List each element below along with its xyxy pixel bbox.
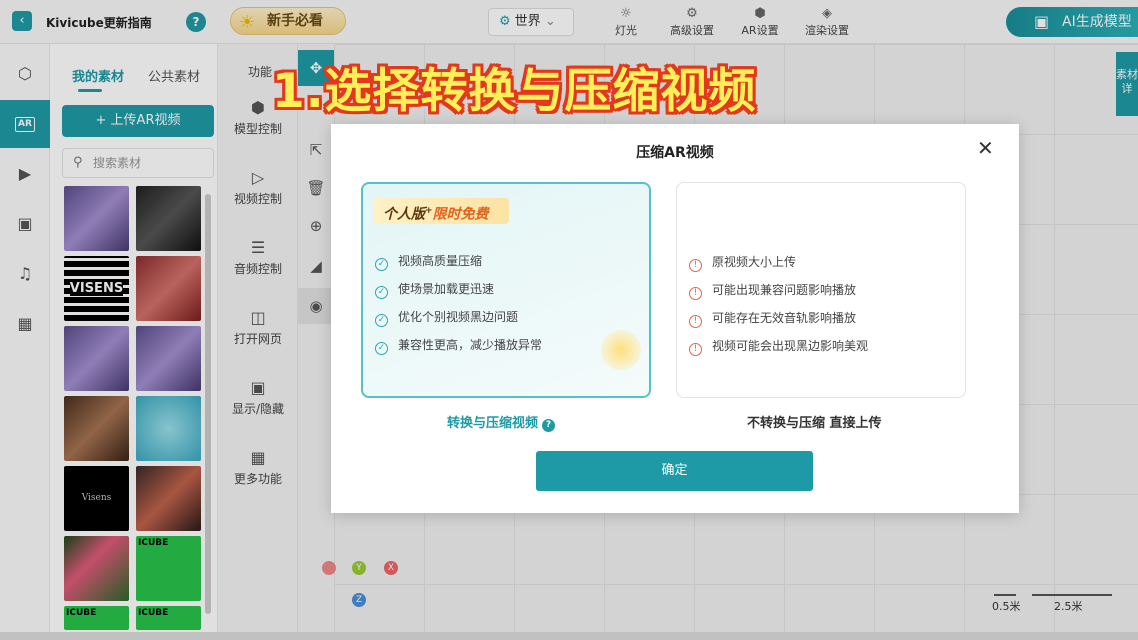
con-item: ! 视频可能会出现黑边影响美观 [689,337,869,356]
pro-item: ✓ 优化个别视频黑边问题 [375,308,519,327]
check-circle-icon: ✓ [375,286,388,299]
alert-circle-icon: ! [689,259,702,272]
option-convert-label[interactable]: 转换与压缩视频? [447,412,556,432]
con-item: ! 可能存在无效音轨影响播放 [689,309,857,328]
confirm-button[interactable]: 确定 [536,451,813,491]
con-item: ! 原视频大小上传 [689,253,797,272]
con-text: 原视频大小上传 [712,255,797,269]
pro-text: 兼容性更高，减少播放异常 [398,338,543,352]
alert-circle-icon: ! [689,315,702,328]
dialog-title: 压缩AR视频 [636,145,714,161]
badge-sup: + [425,206,433,216]
alert-circle-icon: ! [689,287,702,300]
pro-text: 优化个别视频黑边问题 [398,310,519,324]
pro-item: ✓ 兼容性更高，减少播放异常 [375,336,543,355]
cursor-highlight [601,330,641,370]
alert-circle-icon: ! [689,343,702,356]
pro-text: 视频高质量压缩 [398,254,483,268]
close-button[interactable]: ✕ [977,136,994,160]
option-direct-card[interactable]: ! 原视频大小上传 ! 可能出现兼容问题影响播放 ! 可能存在无效音轨影响播放 ! 视频… [676,182,966,398]
check-circle-icon: ✓ [375,314,388,327]
con-text: 可能出现兼容问题影响播放 [712,283,857,297]
con-text: 可能存在无效音轨影响播放 [712,311,857,325]
badge-main: 个人版 [383,206,425,223]
question-icon[interactable]: ? [542,419,556,432]
personal-free-badge: 个人版+限时免费 [373,198,509,224]
pro-text: 使场景加载更迅速 [398,282,495,296]
option-convert-text: 转换与压缩视频 [447,416,539,431]
close-icon: ✕ [977,136,994,160]
pro-item: ✓ 使场景加载更迅速 [375,280,495,299]
option-convert-card[interactable]: 个人版+限时免费 ✓ 视频高质量压缩 ✓ 使场景加载更迅速 ✓ 优化个别视频黑边问题 … [361,182,651,398]
pro-item: ✓ 视频高质量压缩 [375,252,483,271]
option-direct-label[interactable]: 不转换与压缩 直接上传 [747,412,882,431]
check-circle-icon: ✓ [375,258,388,271]
step-caption: 1.选择转换与压缩视频 [272,64,757,119]
badge-free: 限时免费 [432,206,489,223]
con-text: 视频可能会出现黑边影响美观 [712,339,869,353]
check-circle-icon: ✓ [375,342,388,355]
compress-dialog: 压缩AR视频 ✕ 个人版+限时免费 ✓ 视频高质量压缩 ✓ 使场景加载更迅速 ✓ 优化… [331,124,1019,513]
con-item: ! 可能出现兼容问题影响播放 [689,281,857,300]
